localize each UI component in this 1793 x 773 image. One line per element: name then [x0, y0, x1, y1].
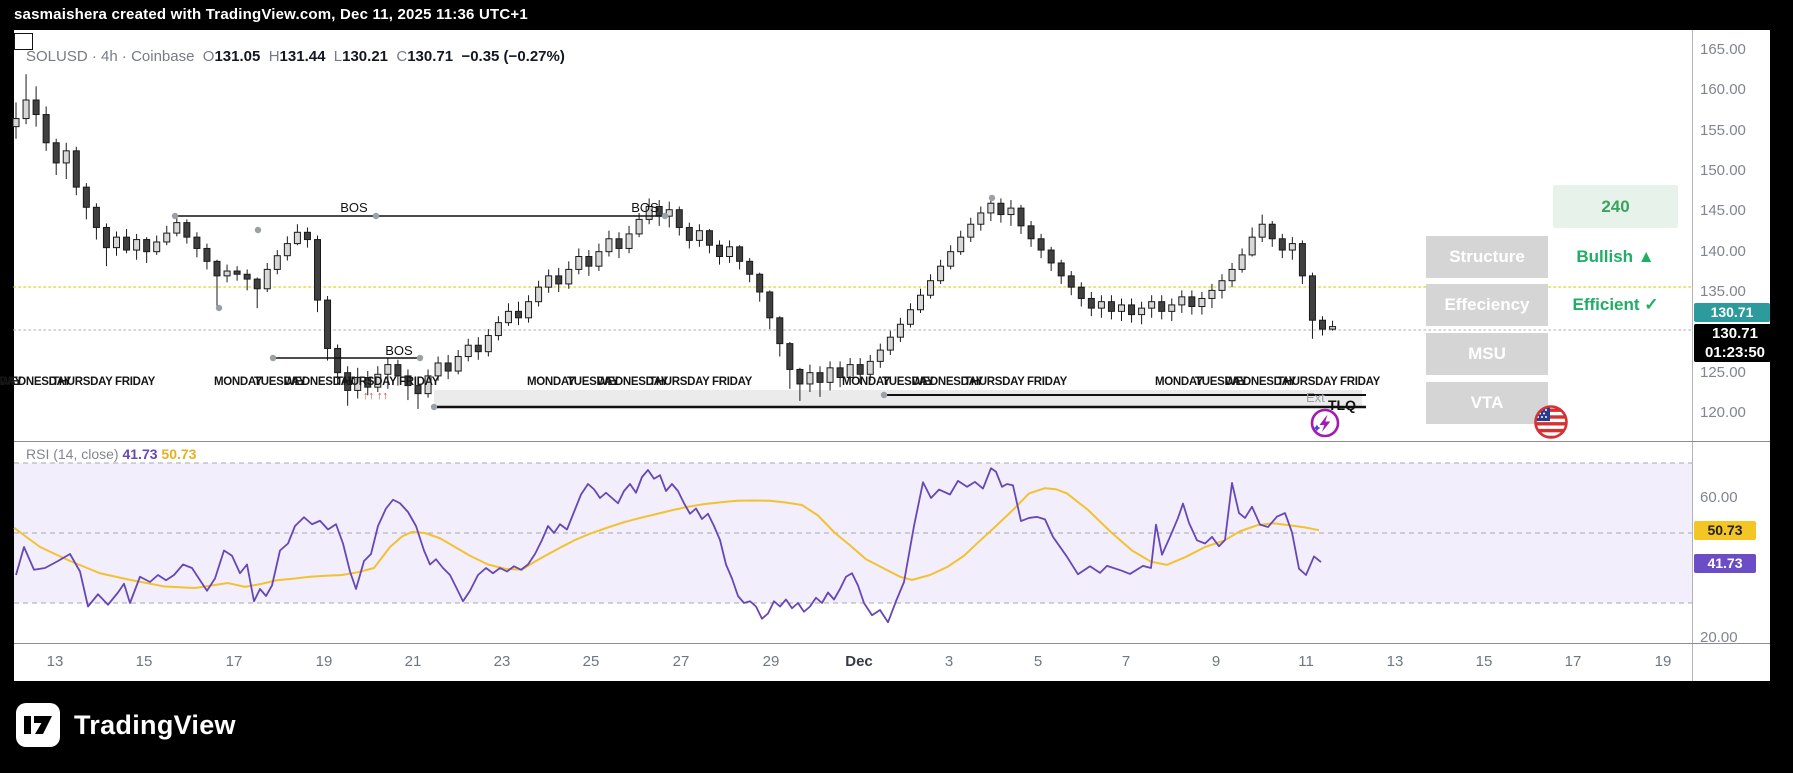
session-day-label: THURSDAY: [336, 376, 397, 388]
price-tick: 145.00: [1700, 202, 1746, 220]
close-value: 130.71: [407, 48, 454, 65]
price-tick: 140.00: [1700, 242, 1746, 260]
rsi-tick: 60.00: [1700, 489, 1738, 506]
time-tick[interactable]: 15: [1476, 653, 1493, 670]
time-tick[interactable]: 3: [945, 653, 953, 670]
rsi-value-badge: 50.73: [1694, 521, 1756, 540]
time-tick[interactable]: 17: [226, 653, 243, 670]
time-tick[interactable]: 13: [47, 653, 64, 670]
rsi-value-badge: 41.73: [1694, 554, 1756, 573]
bos-label: BOS: [385, 343, 413, 358]
panel-value-effeciency: Efficient ✓: [1572, 295, 1659, 314]
us-flag-icon[interactable]: [1532, 403, 1570, 441]
session-day-label: FRIDAY: [1340, 376, 1380, 388]
low-value: 130.21: [342, 48, 389, 65]
session-day-label: THURSDAY: [964, 376, 1025, 388]
rsi-value: 41.73: [122, 446, 158, 462]
time-tick[interactable]: 19: [316, 653, 333, 670]
price-tick: 135.00: [1700, 283, 1746, 300]
time-tick[interactable]: 5: [1034, 653, 1042, 670]
buy-signal-mark: ↑↑: [377, 390, 388, 402]
panel-label-structure[interactable]: Structure: [1426, 236, 1548, 278]
time-tick[interactable]: 15: [136, 653, 153, 670]
tradingview-logo[interactable]: TradingView: [16, 703, 236, 747]
rsi-ma-value: 50.73: [161, 446, 197, 462]
tradingview-logo-text: TradingView: [74, 709, 236, 740]
session-day-label: THURSDAY: [1277, 376, 1338, 388]
high-value: 131.44: [279, 48, 326, 65]
time-tick[interactable]: 27: [673, 653, 690, 670]
buy-signal-mark: ↑↑: [363, 390, 374, 402]
timeframe-box[interactable]: 240: [1553, 185, 1678, 228]
rsi-legend[interactable]: RSI (14, close) 41.73 50.73: [26, 446, 196, 462]
session-day-label: FRIDAY: [712, 376, 752, 388]
time-tick[interactable]: 25: [583, 653, 600, 670]
session-day-label: THURSDAY: [52, 376, 113, 388]
symbol-name[interactable]: SOLUSD: [26, 48, 88, 65]
price-tick: 150.00: [1700, 162, 1746, 179]
session-day-label: FRIDAY: [1027, 376, 1067, 388]
time-tick[interactable]: Dec: [845, 653, 873, 670]
time-tick[interactable]: 13: [1387, 653, 1404, 670]
interval-label[interactable]: 4h: [101, 48, 118, 65]
price-tick: 125.00: [1700, 363, 1746, 381]
bos-label: BOS: [340, 200, 368, 215]
timeaxis-divider: [14, 643, 1770, 644]
tradingview-logo-icon: [16, 703, 60, 747]
price-tick: 155.00: [1700, 121, 1746, 139]
time-tick[interactable]: 19: [1655, 653, 1672, 670]
price-tick: 120.00: [1700, 404, 1746, 421]
last-price-badge: 130.71: [1694, 303, 1770, 322]
panel-value-structure: Bullish ▲: [1576, 247, 1655, 266]
time-tick[interactable]: 9: [1212, 653, 1220, 670]
time-tick[interactable]: 21: [405, 653, 422, 670]
time-tick[interactable]: 11: [1298, 653, 1314, 670]
panel-label-vta[interactable]: VTA: [1426, 382, 1548, 424]
rsi-title[interactable]: RSI: [26, 446, 49, 462]
time-tick[interactable]: 17: [1565, 653, 1582, 670]
axis-divider[interactable]: [1692, 30, 1693, 681]
session-day-label: FRIDAY: [399, 376, 439, 388]
change-value: −0.35 (−0.27%): [461, 48, 565, 65]
panel-label-effeciency[interactable]: Effeciency: [1426, 284, 1548, 326]
symbol-legend[interactable]: SOLUSD · 4h · Coinbase O131.05 H131.44 L…: [26, 48, 565, 65]
time-tick[interactable]: 7: [1122, 653, 1130, 670]
open-value: 131.05: [214, 48, 261, 65]
price-tick: 160.00: [1700, 81, 1746, 99]
exchange-label: Coinbase: [131, 48, 195, 65]
ext-annotation: Ext: [1306, 390, 1325, 405]
session-day-label: THURSDAY: [649, 376, 710, 388]
countdown-badge: 130.71 01:23:50: [1694, 324, 1776, 362]
tradingview-screenshot: sasmaishera created with TradingView.com…: [0, 0, 1793, 773]
lightning-badge-icon[interactable]: [1304, 405, 1342, 443]
time-tick[interactable]: 23: [494, 653, 511, 670]
bos-label: BOS: [631, 200, 659, 215]
time-tick[interactable]: 29: [763, 653, 780, 670]
price-tick: 165.00: [1700, 41, 1746, 58]
panel-label-msu[interactable]: MSU: [1426, 333, 1548, 375]
session-day-label: FRIDAY: [115, 376, 155, 388]
footer: TradingView: [0, 681, 1793, 773]
pane-divider[interactable]: [14, 441, 1770, 442]
